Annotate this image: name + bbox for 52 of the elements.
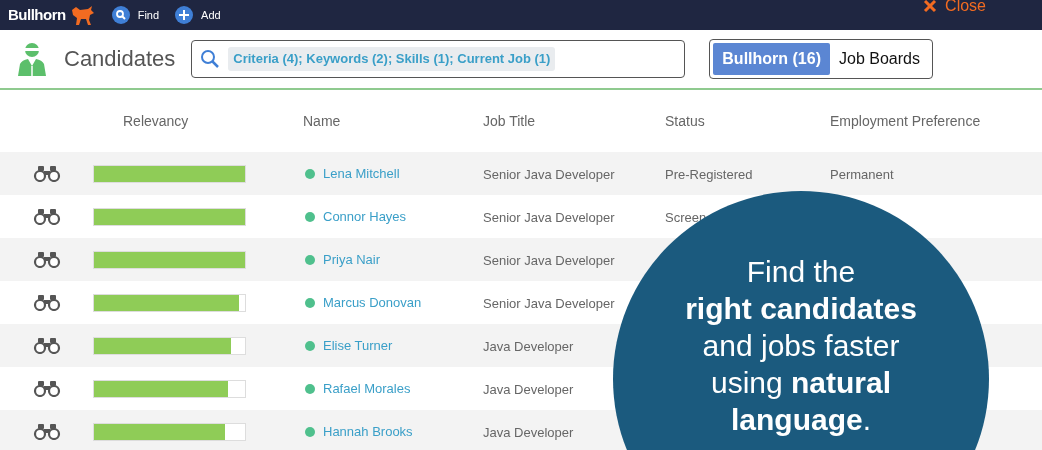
source-tab[interactable]: Job Boards: [830, 43, 929, 75]
logo-text[interactable]: Bullhorn: [8, 3, 66, 27]
job-title: Senior Java Developer: [483, 252, 615, 268]
status-dot: [305, 297, 315, 308]
binoculars-icon[interactable]: [32, 294, 61, 311]
close-button[interactable]: Close: [923, 0, 986, 14]
close-icon: [923, 0, 938, 13]
binoculars-icon[interactable]: [32, 251, 61, 268]
candidate-name-link[interactable]: Priya Nair: [323, 249, 381, 270]
candidate-name-link[interactable]: Marcus Donovan: [323, 292, 422, 313]
nav-find-link[interactable]: Find: [111, 6, 160, 24]
status-dot: [305, 168, 315, 179]
status-dot: [305, 211, 315, 222]
status-text: Pre-Registered: [665, 166, 753, 182]
nav-add-link[interactable]: Add: [175, 6, 221, 24]
search-field[interactable]: Criteria (4); Keywords (2); Skills (1); Current Job (1): [191, 40, 686, 78]
candidate-name-link[interactable]: Lena Mitchell: [323, 163, 400, 184]
column-header[interactable]: Job Title: [483, 110, 665, 132]
job-title: Java Developer: [483, 338, 574, 354]
candidate-name-link[interactable]: Elise Turner: [323, 335, 393, 356]
job-title: Senior Java Developer: [483, 295, 615, 311]
column-header[interactable]: Employment Preference: [830, 110, 1042, 132]
page-title: Candidates: [64, 45, 176, 73]
job-title: Senior Java Developer: [483, 209, 615, 225]
source-tab[interactable]: Bullhorn (16): [713, 43, 830, 75]
callout-text: Find the right candidates and jobs faster using natural language.: [684, 254, 918, 438]
binoculars-icon[interactable]: [32, 208, 61, 225]
status-dot: [305, 340, 315, 351]
column-header[interactable]: Status: [665, 110, 830, 132]
candidate-name-link[interactable]: Connor Hayes: [323, 206, 407, 227]
search-icon: [111, 6, 130, 24]
column-header[interactable]: Name: [303, 110, 483, 132]
person-icon: [16, 42, 48, 76]
status-dot: [305, 383, 315, 394]
search-icon: [200, 49, 221, 69]
job-title: Java Developer: [483, 424, 574, 440]
job-title: Senior Java Developer: [483, 166, 615, 182]
status-dot: [305, 426, 315, 437]
employment-preference: Permanent: [830, 166, 894, 182]
search-criteria-tag[interactable]: Criteria (4); Keywords (2); Skills (1); Current Job (1): [228, 47, 556, 71]
candidate-name-link[interactable]: Hannah Brooks: [323, 421, 413, 442]
bull-icon: [69, 4, 96, 26]
status-text: Screen: [665, 209, 707, 225]
column-header[interactable]: Relevancy: [93, 110, 303, 132]
binoculars-icon[interactable]: [32, 165, 61, 182]
binoculars-icon[interactable]: [32, 337, 61, 354]
binoculars-icon[interactable]: [32, 423, 61, 440]
add-icon: [175, 6, 194, 24]
binoculars-icon[interactable]: [32, 380, 61, 397]
job-title: Java Developer: [483, 381, 574, 397]
candidate-name-link[interactable]: Rafael Morales: [323, 378, 411, 399]
status-dot: [305, 254, 315, 265]
